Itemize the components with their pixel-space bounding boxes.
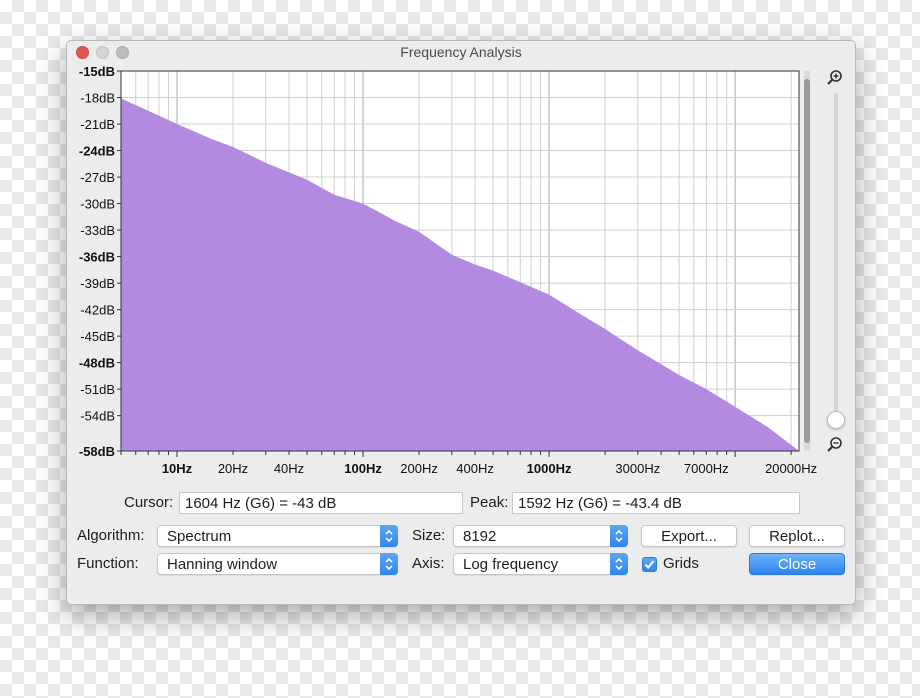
y-tick-label: -51dB — [80, 382, 115, 397]
replot-button[interactable]: Replot... — [749, 525, 845, 547]
spectrum-chart[interactable]: -15dB -18dB -21dB -24dB -27dB -30dB -33dB -36dB… — [67, 41, 855, 481]
algorithm-select[interactable]: Spectrum — [157, 525, 398, 547]
axis-select[interactable]: Log frequency — [453, 553, 628, 575]
zoom-out-icon[interactable] — [827, 437, 843, 453]
y-tick-label: -21dB — [80, 117, 115, 132]
y-tick-label: -45dB — [80, 329, 115, 344]
x-tick-label: 20Hz — [218, 461, 248, 476]
x-tick-label: 100Hz — [344, 461, 382, 476]
cursor-label: Cursor: — [124, 494, 174, 511]
x-tick-label: 20000Hz — [765, 461, 817, 476]
size-value: 8192 — [463, 528, 497, 545]
x-tick-label: 3000Hz — [615, 461, 660, 476]
algorithm-label: Algorithm: — [77, 527, 145, 544]
plot-scrollbar-thumb — [804, 79, 810, 443]
axis-value: Log frequency — [463, 556, 559, 573]
peak-label: Peak: — [470, 494, 509, 511]
y-tick-label: -58dB — [79, 444, 115, 459]
size-select[interactable]: 8192 — [453, 525, 628, 547]
y-tick-label: -24dB — [79, 144, 115, 159]
x-tick-label: 7000Hz — [684, 461, 729, 476]
y-tick-label: -42dB — [80, 303, 115, 318]
stepper-arrows-icon — [610, 525, 628, 547]
zoom-in-icon[interactable] — [827, 70, 843, 86]
y-tick-label: -30dB — [80, 197, 115, 212]
algorithm-value: Spectrum — [167, 528, 232, 545]
stepper-arrows-icon — [380, 553, 398, 575]
x-tick-label: 40Hz — [274, 461, 304, 476]
spectrum-plot-area: -15dB -18dB -21dB -24dB -27dB -30dB -33dB -36dB… — [67, 41, 855, 481]
y-tick-label: -18dB — [80, 91, 115, 106]
stepper-arrows-icon — [380, 525, 398, 547]
y-tick-label: -36dB — [79, 250, 115, 265]
zoom-slider-track[interactable] — [834, 93, 838, 413]
y-tick-label: -39dB — [80, 276, 115, 291]
y-tick-label: -54dB — [80, 409, 115, 424]
axis-label: Axis: — [412, 555, 445, 572]
peak-readout: 1592 Hz (G6) = -43.4 dB — [512, 492, 800, 514]
checkmark-icon — [644, 560, 655, 570]
x-tick-label: 1000Hz — [527, 461, 572, 476]
y-tick-label: -33dB — [80, 223, 115, 238]
cursor-readout: 1604 Hz (G6) = -43 dB — [179, 492, 463, 514]
zoom-slider-knob[interactable] — [827, 411, 845, 429]
export-button[interactable]: Export... — [641, 525, 737, 547]
size-label: Size: — [412, 527, 446, 544]
x-tick-label: 400Hz — [456, 461, 494, 476]
x-tick-label: 200Hz — [400, 461, 438, 476]
grids-checkbox[interactable] — [642, 557, 657, 572]
frequency-analysis-window: Frequency Analysis -15dB -18dB -21dB -24dB -… — [66, 40, 856, 605]
y-tick-label: -27dB — [80, 170, 115, 185]
function-label: Function: — [77, 555, 139, 572]
function-select[interactable]: Hanning window — [157, 553, 398, 575]
y-tick-label: -48dB — [79, 356, 115, 371]
x-tick-label: 10Hz — [162, 461, 193, 476]
y-tick-label: -15dB — [79, 64, 115, 79]
function-value: Hanning window — [167, 556, 278, 573]
stepper-arrows-icon — [610, 553, 628, 575]
grids-label: Grids — [663, 555, 699, 572]
close-button[interactable]: Close — [749, 553, 845, 575]
